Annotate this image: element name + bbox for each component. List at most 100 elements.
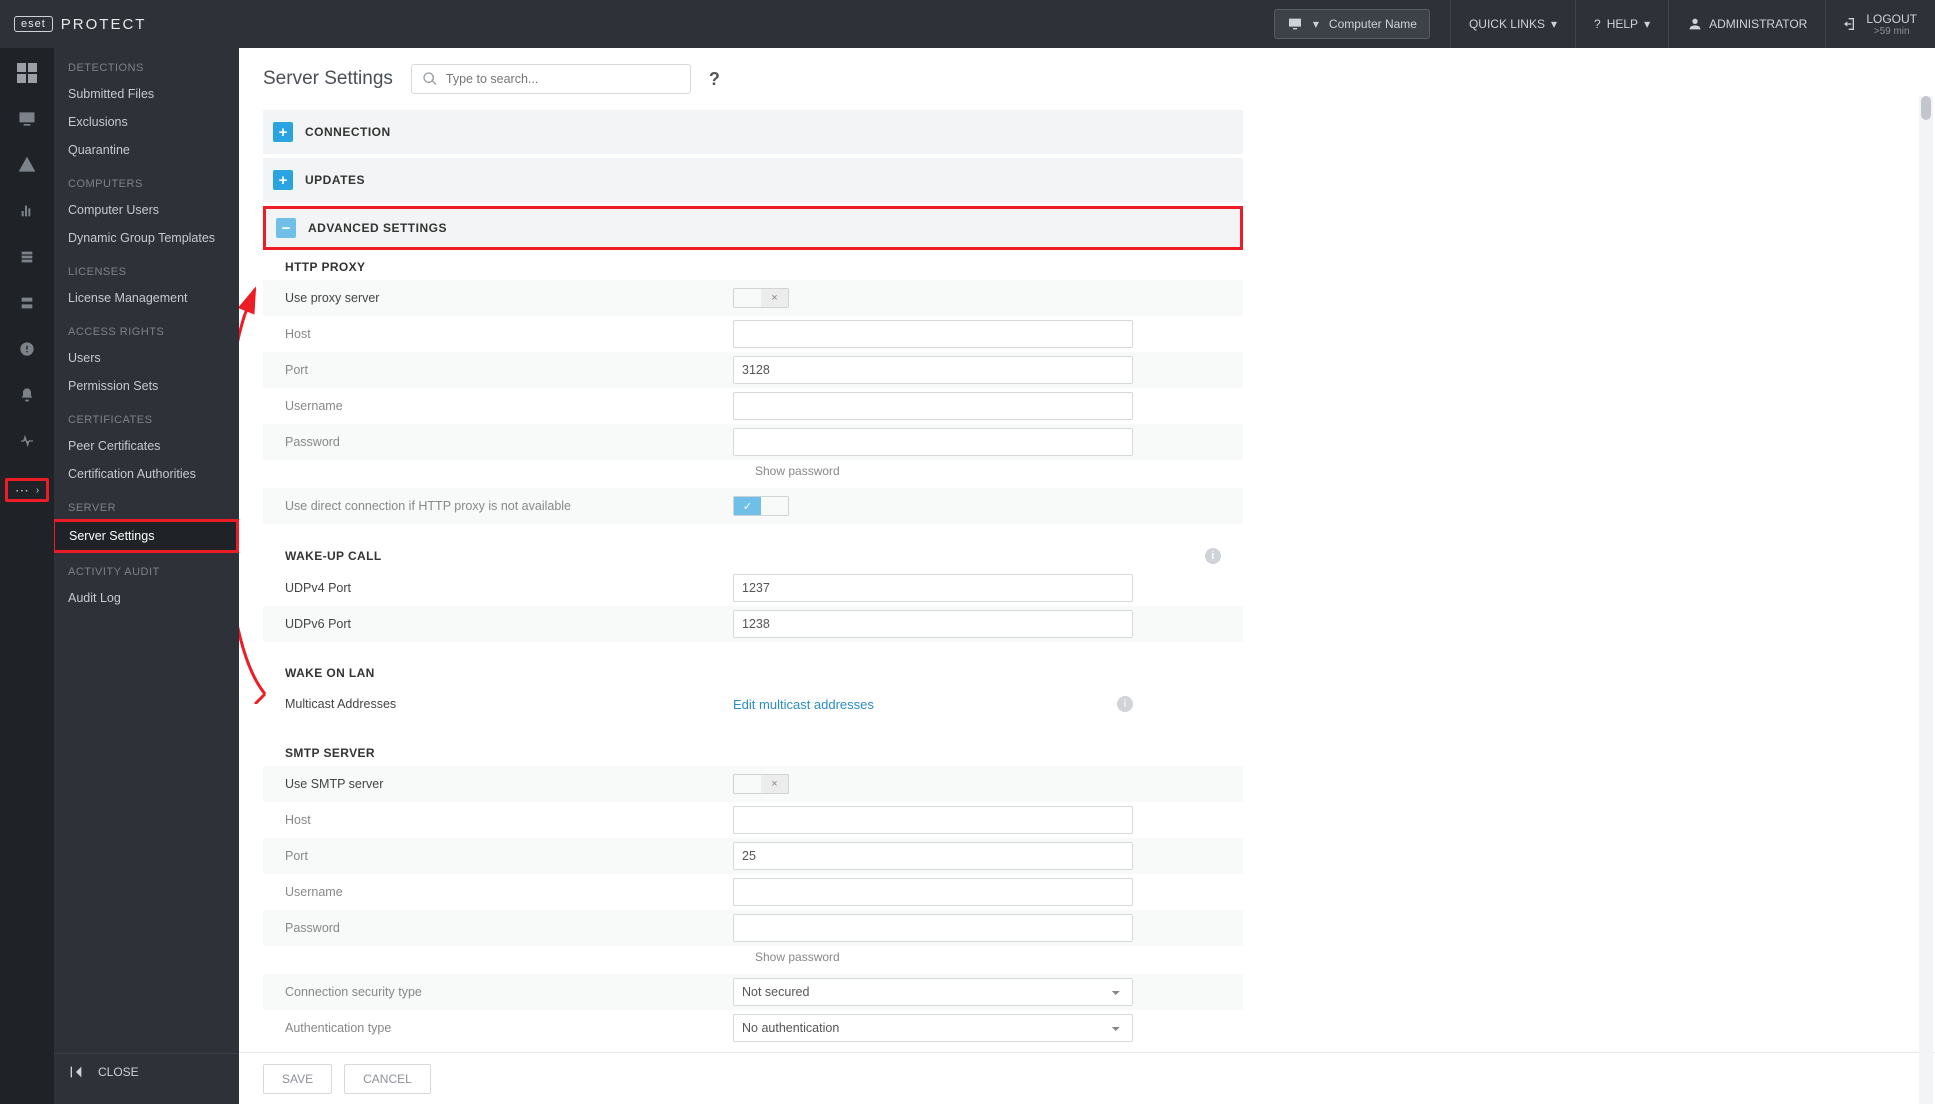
label-smtp-username: Username <box>263 885 733 899</box>
nav-item-server-settings-highlight: Server Settings <box>54 519 239 553</box>
nav-heading-certificates: CERTIFICATES <box>54 400 239 432</box>
side-nav: DETECTIONS Submitted Files Exclusions Qu… <box>54 48 239 1104</box>
more-menu-highlighted[interactable]: ⋯ › <box>5 478 49 502</box>
nav-item-peer-certificates[interactable]: Peer Certificates <box>54 432 239 460</box>
nav-heading-detections: DETECTIONS <box>54 48 239 80</box>
row-direct-connection: Use direct connection if HTTP proxy is n… <box>263 488 1243 524</box>
input-proxy-password[interactable] <box>733 428 1133 456</box>
subsection-smtp-title: SMTP SERVER <box>285 746 375 760</box>
input-smtp-host[interactable] <box>733 806 1133 834</box>
logout-icon <box>1842 16 1858 32</box>
topbar-links: QUICK LINKS ▾ ? HELP ▾ ADMINISTRATOR LOG… <box>1450 0 1935 48</box>
input-proxy-host[interactable] <box>733 320 1133 348</box>
status-icon[interactable] <box>16 430 38 452</box>
select-conn-security[interactable]: Not secured <box>733 978 1133 1006</box>
dashboard-icon[interactable] <box>16 62 38 84</box>
nav-item-license-management[interactable]: License Management <box>54 284 239 312</box>
quick-links-menu[interactable]: QUICK LINKS ▾ <box>1450 0 1575 48</box>
toggle-direct-connection[interactable]: ✓ <box>733 496 789 516</box>
link-show-smtp-password[interactable]: Show password <box>263 946 1243 974</box>
nav-heading-licenses: LICENSES <box>54 252 239 284</box>
search-box[interactable] <box>411 64 691 94</box>
main-area: Server Settings ? + CONNECTION + UPDATES… <box>239 48 1935 1104</box>
input-smtp-username[interactable] <box>733 878 1133 906</box>
search-input[interactable] <box>446 72 680 86</box>
input-smtp-port[interactable] <box>733 842 1133 870</box>
input-udp6[interactable] <box>733 610 1133 638</box>
nav-item-server-settings[interactable]: Server Settings <box>55 522 236 550</box>
computers-icon[interactable] <box>16 108 38 130</box>
link-show-proxy-password[interactable]: Show password <box>263 460 1243 488</box>
notifications-icon[interactable] <box>16 384 38 406</box>
installers-icon[interactable] <box>16 292 38 314</box>
section-updates-title: UPDATES <box>305 173 365 187</box>
nav-heading-server: SERVER <box>54 488 239 520</box>
chevron-down-icon: ▾ <box>1551 17 1557 31</box>
content-scroll[interactable]: + CONNECTION + UPDATES − ADVANCED SETTIN… <box>239 106 1935 1052</box>
policies-icon[interactable] <box>16 338 38 360</box>
nav-heading-computers: COMPUTERS <box>54 164 239 196</box>
label-multicast: Multicast Addresses <box>263 697 733 711</box>
input-smtp-password[interactable] <box>733 914 1133 942</box>
page-title: Server Settings <box>263 68 393 90</box>
close-panel[interactable]: CLOSE <box>54 1053 239 1090</box>
label-proxy-username: Username <box>263 399 733 413</box>
brand-protect: PROTECT <box>61 16 147 33</box>
nav-item-submitted-files[interactable]: Submitted Files <box>54 80 239 108</box>
save-button[interactable]: SAVE <box>263 1064 332 1094</box>
subsection-http-proxy-title: HTTP PROXY <box>285 260 365 274</box>
collapse-icon: − <box>276 218 296 238</box>
input-proxy-username[interactable] <box>733 392 1133 420</box>
row-udp6: UDPv6 Port <box>263 606 1243 642</box>
reports-icon[interactable] <box>16 200 38 222</box>
section-updates[interactable]: + UPDATES <box>263 158 1243 202</box>
tasks-icon[interactable] <box>16 246 38 268</box>
nav-item-quarantine[interactable]: Quarantine <box>54 136 239 164</box>
quick-links-label: QUICK LINKS <box>1469 17 1545 31</box>
help-icon-button[interactable]: ? <box>709 69 720 90</box>
label-direct-connection: Use direct connection if HTTP proxy is n… <box>263 499 733 513</box>
info-icon[interactable]: i <box>1117 696 1133 712</box>
row-smtp-host: Host <box>263 802 1243 838</box>
computer-name-selector[interactable]: ▾ Computer Name <box>1274 9 1430 39</box>
nav-item-permission-sets[interactable]: Permission Sets <box>54 372 239 400</box>
icon-rail: ⋯ › <box>0 48 54 1104</box>
logout-button[interactable]: LOGOUT >59 min <box>1825 0 1935 48</box>
scrollbar-track[interactable] <box>1919 96 1933 1104</box>
detections-icon[interactable] <box>16 154 38 176</box>
link-edit-multicast[interactable]: Edit multicast addresses <box>733 697 874 712</box>
expand-icon: + <box>273 122 293 142</box>
nav-item-cert-authorities[interactable]: Certification Authorities <box>54 460 239 488</box>
row-udp4: UDPv4 Port <box>263 570 1243 606</box>
label-smtp-host: Host <box>263 813 733 827</box>
section-advanced-highlighted[interactable]: − ADVANCED SETTINGS <box>263 206 1243 250</box>
help-icon: ? <box>1594 17 1601 31</box>
label-smtp-password: Password <box>263 921 733 935</box>
subsection-wakeup: WAKE-UP CALL i <box>263 538 1243 570</box>
select-auth-type[interactable]: No authentication <box>733 1014 1133 1042</box>
nav-item-dynamic-group-templates[interactable]: Dynamic Group Templates <box>54 224 239 252</box>
nav-heading-audit: ACTIVITY AUDIT <box>54 552 239 584</box>
close-label: CLOSE <box>98 1065 139 1079</box>
user-icon <box>1687 16 1703 32</box>
nav-item-exclusions[interactable]: Exclusions <box>54 108 239 136</box>
toggle-use-smtp[interactable]: ✓× <box>733 774 789 794</box>
scrollbar-thumb[interactable] <box>1921 96 1931 120</box>
nav-item-audit-log[interactable]: Audit Log <box>54 584 239 612</box>
section-connection[interactable]: + CONNECTION <box>263 110 1243 154</box>
nav-item-computer-users[interactable]: Computer Users <box>54 196 239 224</box>
nav-item-users[interactable]: Users <box>54 344 239 372</box>
admin-menu[interactable]: ADMINISTRATOR <box>1668 0 1825 48</box>
help-menu[interactable]: ? HELP ▾ <box>1575 0 1668 48</box>
admin-label: ADMINISTRATOR <box>1709 17 1807 31</box>
chevron-down-icon: ▾ <box>1644 17 1650 31</box>
info-icon[interactable]: i <box>1205 548 1221 564</box>
search-icon <box>422 71 438 87</box>
input-udp4[interactable] <box>733 574 1133 602</box>
row-conn-security: Connection security type Not secured <box>263 974 1243 1010</box>
cancel-button[interactable]: CANCEL <box>344 1064 431 1094</box>
toggle-use-proxy[interactable]: ✓× <box>733 288 789 308</box>
row-smtp-password: Password <box>263 910 1243 946</box>
input-proxy-port[interactable] <box>733 356 1133 384</box>
row-smtp-username: Username <box>263 874 1243 910</box>
